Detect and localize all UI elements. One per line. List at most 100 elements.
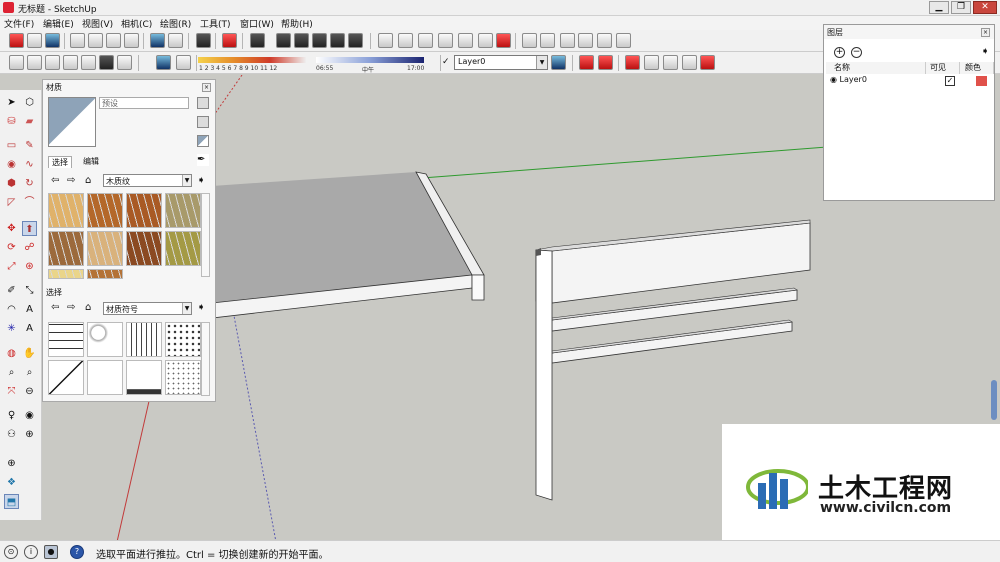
sandbox-icon[interactable] (378, 33, 393, 48)
warehouse-tool-icon[interactable]: ⬒ (4, 494, 19, 509)
remove-layer-button[interactable]: − (851, 47, 862, 58)
front-view-icon[interactable] (294, 33, 309, 48)
line-pencil-icon[interactable]: ✎ (22, 138, 37, 153)
right-view-icon[interactable] (312, 33, 327, 48)
add-detail-icon[interactable] (458, 33, 473, 48)
layer-visible-checkbox[interactable]: ✓ (945, 76, 955, 86)
home-icon[interactable]: ⌂ (85, 175, 91, 186)
group-icon[interactable] (540, 33, 555, 48)
protractor-icon[interactable]: ◠ (4, 302, 19, 317)
polygon-icon[interactable]: ⬢ (4, 176, 19, 191)
active-layer-radio-icon[interactable]: ◉ (830, 75, 837, 84)
eraser-icon[interactable]: ▰ (22, 114, 37, 129)
arc-icon[interactable]: ∿ (22, 157, 37, 172)
zoom-icon[interactable]: ⌕ (4, 365, 19, 380)
section-plane-tool-icon[interactable]: ⊕ (22, 427, 37, 442)
menu-window[interactable]: 窗口(W) (240, 17, 274, 30)
left-view-icon[interactable] (348, 33, 363, 48)
default-material-icon[interactable] (197, 135, 209, 147)
close-button[interactable]: ✕ (973, 1, 997, 14)
top-view-icon[interactable] (276, 33, 291, 48)
pattern-tile[interactable] (87, 360, 123, 395)
home-icon[interactable]: ⌂ (85, 302, 91, 313)
3d-text-icon[interactable]: A (22, 321, 37, 336)
photo-match-icon[interactable]: ❖ (4, 475, 19, 490)
tab-select[interactable]: 选择 (48, 156, 72, 168)
scroll-thumb[interactable] (991, 380, 997, 420)
previous-view-icon[interactable]: ⊖ (22, 384, 37, 399)
shaded-texture-icon[interactable] (99, 55, 114, 70)
sandbox-tool-icon[interactable]: ⊕ (4, 456, 19, 471)
back-view-icon[interactable] (330, 33, 345, 48)
material-tile[interactable] (126, 193, 162, 228)
shadow-toggle-icon[interactable] (176, 55, 191, 70)
monochrome-icon[interactable] (117, 55, 132, 70)
look-around-icon[interactable]: ◉ (22, 408, 37, 423)
shadow-settings-icon[interactable] (156, 55, 171, 70)
make-component-icon[interactable]: ⬡ (22, 95, 37, 110)
column-visible[interactable]: 可见 (926, 62, 960, 74)
house-alt-icon[interactable] (578, 33, 593, 48)
pattern-tile[interactable] (48, 322, 84, 357)
geolocation-icon[interactable]: ⊙ (4, 545, 18, 559)
nav-back-icon[interactable]: ⇦ (51, 302, 59, 313)
rotate-icon[interactable]: ⟳ (4, 240, 19, 255)
tab-edit[interactable]: 编辑 (80, 156, 102, 168)
pattern-tile[interactable] (126, 360, 162, 395)
material-tile[interactable] (165, 193, 201, 228)
details-arrow-icon[interactable]: ➧ (981, 46, 989, 57)
tape-measure-icon[interactable]: ✐ (4, 283, 19, 298)
details-arrow-icon[interactable]: ➧ (197, 175, 205, 186)
pattern-tile[interactable] (165, 322, 201, 357)
nav-forward-icon[interactable]: ⇨ (67, 302, 75, 313)
minimize-button[interactable]: ▁ (929, 1, 949, 14)
section-plane-icon[interactable] (579, 55, 594, 70)
restore-button[interactable]: ❐ (951, 1, 971, 14)
hidden-line-icon[interactable] (63, 55, 78, 70)
material-tile[interactable] (48, 231, 84, 266)
eyedropper-icon[interactable]: ✒ (197, 154, 209, 166)
add-location-icon[interactable] (625, 55, 640, 70)
terrain-icon[interactable] (644, 55, 659, 70)
material-tile[interactable] (87, 193, 123, 228)
offset-tool-icon[interactable]: ⊛ (22, 259, 37, 274)
building-icon[interactable] (616, 33, 631, 48)
pattern-tile[interactable] (87, 322, 123, 357)
flip-edge-icon[interactable] (478, 33, 493, 48)
stamp-icon[interactable] (418, 33, 433, 48)
house-outline-icon[interactable] (597, 33, 612, 48)
section-display-icon[interactable] (598, 55, 613, 70)
pattern-tile[interactable] (165, 360, 201, 395)
arc-3pt-icon[interactable]: ⌒ (22, 195, 37, 210)
material-tile[interactable] (87, 231, 123, 266)
help-icon[interactable]: ? (70, 545, 84, 559)
push-pull-icon[interactable]: ⬆ (22, 221, 37, 236)
wireframe-icon[interactable] (45, 55, 60, 70)
secondary-library-select[interactable]: 材质符号 ▼ (103, 302, 192, 315)
undo-icon[interactable] (150, 33, 165, 48)
info-icon[interactable]: i (24, 545, 38, 559)
freehand-icon[interactable]: ↻ (22, 176, 37, 191)
save-icon[interactable] (45, 33, 60, 48)
close-icon[interactable]: × (981, 28, 990, 37)
menu-tools[interactable]: 工具(T) (200, 17, 231, 30)
pattern-scrollbar[interactable] (201, 322, 210, 396)
smoove-icon[interactable] (398, 33, 413, 48)
cut-icon[interactable] (70, 33, 85, 48)
chevron-down-icon[interactable]: ▼ (182, 303, 191, 314)
pattern-tile[interactable] (48, 360, 84, 395)
close-icon[interactable]: × (202, 83, 211, 92)
menu-file[interactable]: 文件(F) (4, 17, 34, 30)
follow-me-icon[interactable]: ☍ (22, 240, 37, 255)
menu-edit[interactable]: 编辑(E) (43, 17, 74, 30)
time-slider[interactable] (316, 57, 424, 63)
material-tile[interactable] (87, 269, 123, 279)
house-icon[interactable] (560, 33, 575, 48)
chevron-down-icon[interactable]: ▼ (182, 175, 191, 186)
details-arrow-icon[interactable]: ➧ (197, 302, 205, 313)
axes-icon[interactable]: ✳ (4, 321, 19, 336)
new-file-icon[interactable] (9, 33, 24, 48)
print-icon[interactable] (196, 33, 211, 48)
zoom-extents-icon[interactable]: ⤧ (4, 384, 19, 399)
menu-camera[interactable]: 相机(C) (121, 17, 152, 30)
